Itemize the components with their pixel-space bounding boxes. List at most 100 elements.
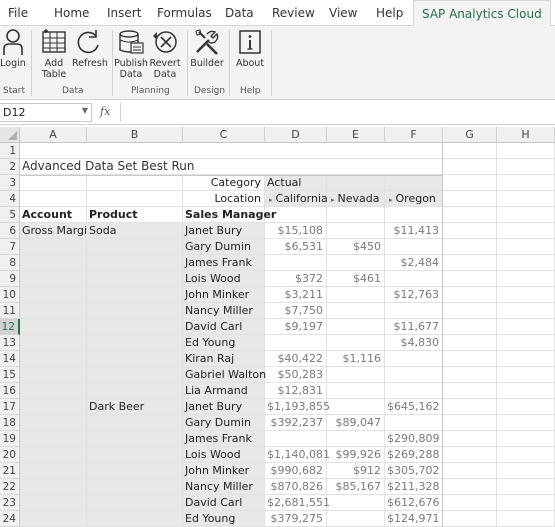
row-header[interactable]: 10 [0,287,20,303]
location-header-oregon[interactable]: ▸ Oregon [385,191,443,207]
row-header[interactable]: 1 [0,143,20,159]
login-button[interactable]: Login [0,28,26,69]
refresh-button[interactable]: Refresh [72,28,108,69]
tab-data[interactable]: Data [225,6,254,20]
empty-cell [497,191,555,207]
empty-cell [20,463,87,479]
column-header[interactable]: H [497,127,555,143]
value-oregon [385,367,443,383]
column-header[interactable]: E [327,127,385,143]
publish-data-button[interactable]: Publish Data [114,28,148,80]
column-header[interactable]: C [183,127,265,143]
row-header[interactable]: 19 [0,431,20,447]
row-header[interactable]: 13 [0,335,20,351]
row-header[interactable]: 4 [0,191,20,207]
value-california: $372 [265,271,327,287]
value-oregon: $612,676 [385,495,443,511]
row-header[interactable]: 9 [0,271,20,287]
row-header[interactable]: 17 [0,399,20,415]
row-header[interactable]: 14 [0,351,20,367]
revert-data-button[interactable]: Revert Data [149,28,181,80]
value-california [265,431,327,447]
empty-cell [443,463,497,479]
formula-bar: D12 ▼ fx [0,100,555,125]
column-header[interactable]: A [20,127,87,143]
empty-cell [20,479,87,495]
value-nevada [327,399,385,415]
location-name: California [275,192,328,205]
row-header[interactable]: 7 [0,239,20,255]
tab-file[interactable]: File [8,6,28,20]
value-oregon: $211,328 [385,479,443,495]
tab-formulas[interactable]: Formulas [157,6,212,20]
value-california: $50,283 [265,367,327,383]
location-header-california[interactable]: ▸ California [265,191,328,207]
empty-cell [497,479,555,495]
value-oregon [385,415,443,431]
formula-input[interactable] [120,103,555,122]
row-header[interactable]: 5 [0,207,20,223]
empty-cell [20,399,87,415]
row-header[interactable]: 12 [0,319,20,335]
tab-home[interactable]: Home [54,6,89,20]
column-header[interactable]: B [87,127,183,143]
select-all-corner[interactable] [0,127,20,143]
chevron-down-icon[interactable]: ▼ [82,106,88,115]
empty-cell [443,143,497,159]
category-value: Actual [265,175,327,191]
value-california: $40,422 [265,351,327,367]
builder-button[interactable]: Builder [190,28,224,69]
value-nevada [327,287,385,303]
tab-review[interactable]: Review [272,6,315,20]
empty-cell [497,351,555,367]
tab-help[interactable]: Help [376,6,403,20]
tab-sap-analytics-cloud[interactable]: SAP Analytics Cloud [413,0,551,27]
empty-cell [87,191,183,207]
row-header[interactable]: 15 [0,367,20,383]
empty-cell [497,447,555,463]
value-nevada [327,335,385,351]
about-button[interactable]: About [233,28,267,69]
sales-manager-cell: Nancy Miller [183,479,265,495]
row-header[interactable]: 24 [0,511,20,527]
row-header[interactable]: 3 [0,175,20,191]
expand-arrow-icon[interactable]: ▸ [331,196,335,204]
row-header[interactable]: 20 [0,447,20,463]
empty-cell [497,463,555,479]
value-oregon: $11,413 [385,223,443,239]
location-header-nevada[interactable]: ▸ Nevada [327,191,385,207]
name-box[interactable]: D12 ▼ [0,103,92,122]
value-nevada [327,383,385,399]
empty-cell [20,415,87,431]
product-cell: Dark Beer [87,399,183,415]
empty-cell [443,495,497,511]
row-header[interactable]: 21 [0,463,20,479]
location-name: Oregon [395,192,436,205]
tab-insert[interactable]: Insert [107,6,141,20]
about-label: About [235,58,265,69]
column-header[interactable]: F [385,127,443,143]
row-header[interactable]: 23 [0,495,20,511]
row-header[interactable]: 16 [0,383,20,399]
expand-arrow-icon[interactable]: ▸ [389,196,393,204]
column-header[interactable]: D [265,127,327,143]
empty-cell [443,431,497,447]
row-header[interactable]: 22 [0,479,20,495]
column-header[interactable]: G [443,127,497,143]
row-header[interactable]: 11 [0,303,20,319]
value-nevada: $99,926 [327,447,385,463]
row-header[interactable]: 18 [0,415,20,431]
value-oregon: $11,677 [385,319,443,335]
value-oregon [385,239,443,255]
add-table-button[interactable]: Add Table [38,28,70,80]
row-header[interactable]: 8 [0,255,20,271]
row-header[interactable]: 2 [0,159,20,175]
empty-cell [497,303,555,319]
tab-view[interactable]: View [329,6,357,20]
insert-function-icon[interactable]: fx [100,105,110,118]
sales-manager-cell: John Minker [183,463,265,479]
empty-cell [327,207,385,223]
expand-arrow-icon[interactable]: ▸ [269,196,273,204]
empty-cell [265,207,327,223]
row-header[interactable]: 6 [0,223,20,239]
